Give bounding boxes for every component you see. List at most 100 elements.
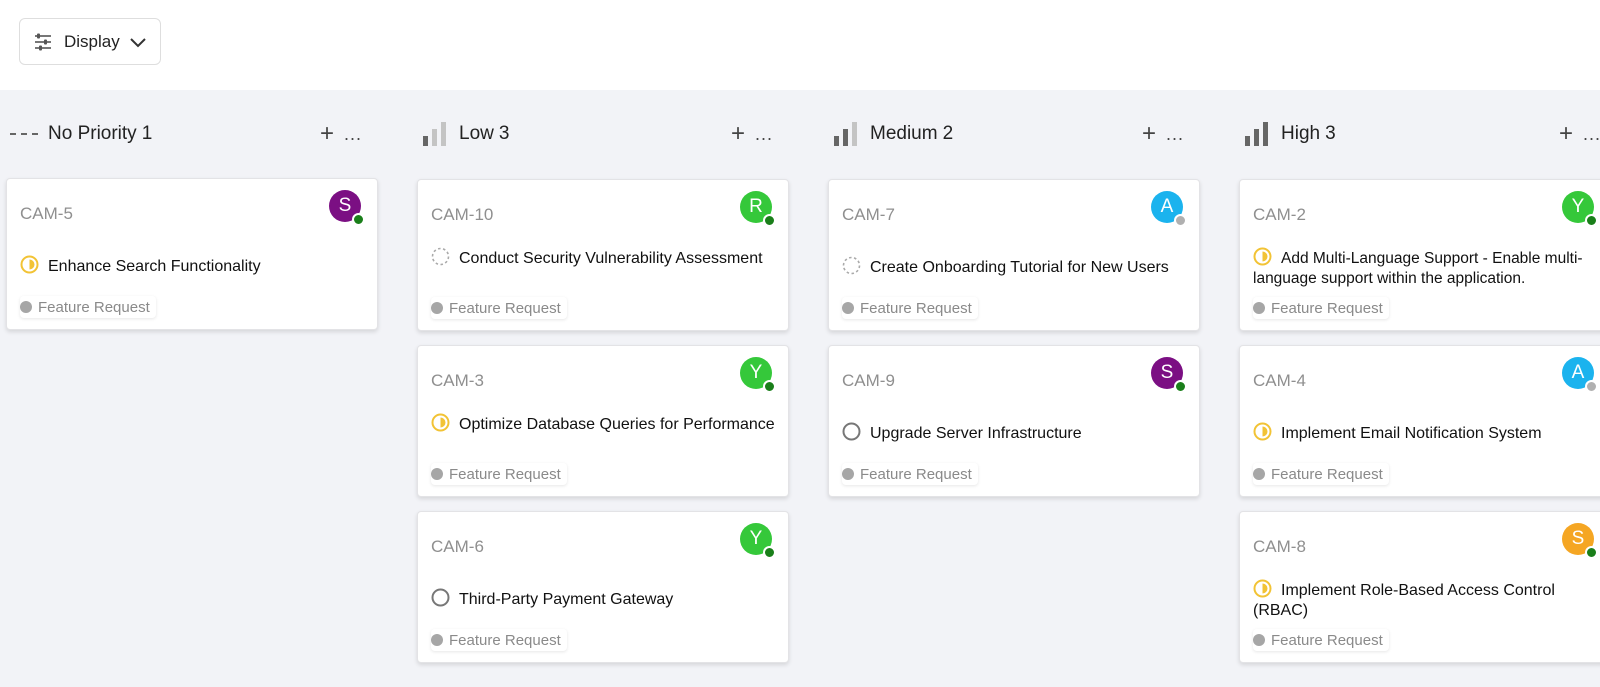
column-header: No Priority 1 + ... <box>0 118 372 150</box>
issue-title-row: Create Onboarding Tutorial for New Users <box>842 256 1187 278</box>
column-more-button[interactable]: ... <box>1583 124 1600 145</box>
in-progress-status-icon[interactable] <box>1253 247 1272 266</box>
avatar-initial: R <box>749 196 763 217</box>
issue-id: CAM-4 <box>1253 371 1306 390</box>
column-count: 3 <box>498 123 510 144</box>
presence-offline-indicator <box>1174 214 1187 227</box>
in-progress-status-icon[interactable] <box>1253 422 1272 441</box>
label-tag[interactable]: Feature Request <box>431 463 567 485</box>
avatar-initial: Y <box>1571 196 1585 217</box>
tag-label: Feature Request <box>449 631 561 649</box>
issue-title: Third-Party Payment Gateway <box>459 591 674 608</box>
low-priority-icon <box>421 120 453 148</box>
issue-card[interactable]: CAM-10 R Conduct Security Vulnerability … <box>417 179 789 331</box>
add-issue-button[interactable]: + <box>320 122 334 146</box>
issue-id: CAM-10 <box>431 205 494 224</box>
issue-card[interactable]: CAM-7 A Create Onboarding Tutorial for N… <box>828 179 1200 331</box>
avatar[interactable]: S <box>1151 357 1187 393</box>
issue-id: CAM-8 <box>1253 537 1306 556</box>
issue-title: Optimize Database Queries for Performanc… <box>459 416 775 433</box>
issue-card[interactable]: CAM-8 S Implement Role-Based Access Cont… <box>1239 511 1600 663</box>
label-tag[interactable]: Feature Request <box>20 296 156 318</box>
display-button-label: Display <box>64 31 120 51</box>
top-bar: Display <box>0 0 1600 90</box>
label-tag[interactable]: Feature Request <box>1253 463 1389 485</box>
tag-label: Feature Request <box>449 299 561 317</box>
tag-dot <box>842 468 854 480</box>
avatar-initial: A <box>1571 362 1585 383</box>
column-high: High 3 + ... CAM-2 Y Add Multi-Language … <box>1233 90 1600 687</box>
presence-online-indicator <box>1174 380 1187 393</box>
column-more-button[interactable]: ... <box>344 124 362 145</box>
issue-title-row: Upgrade Server Infrastructure <box>842 422 1187 444</box>
avatar[interactable]: R <box>740 191 776 227</box>
column-no-priority: No Priority 1 + ... CAM-5 S Enhance Sear… <box>0 90 378 687</box>
column-count: 3 <box>1325 123 1336 144</box>
in-progress-status-icon[interactable] <box>20 255 39 274</box>
presence-online-indicator <box>763 380 776 393</box>
presence-online-indicator <box>352 213 365 226</box>
column-count: 2 <box>942 123 954 144</box>
label-tag[interactable]: Feature Request <box>431 297 567 319</box>
kanban-board: No Priority 1 + ... CAM-5 S Enhance Sear… <box>0 90 1600 687</box>
tag-dot <box>842 302 854 314</box>
tag-label: Feature Request <box>860 299 972 317</box>
issue-title: Enhance Search Functionality <box>48 258 261 275</box>
add-issue-button[interactable]: + <box>731 122 745 146</box>
column-more-button[interactable]: ... <box>1166 124 1184 145</box>
avatar[interactable]: Y <box>740 357 776 393</box>
display-button[interactable]: Display <box>19 18 161 65</box>
column-title: No Priority <box>48 123 137 144</box>
tag-dot <box>1253 468 1265 480</box>
issue-title: Implement Email Notification System <box>1281 425 1542 442</box>
no-priority-icon <box>10 120 42 148</box>
issue-card[interactable]: CAM-9 S Upgrade Server Infrastructure Fe… <box>828 345 1200 497</box>
issue-card[interactable]: CAM-3 Y Optimize Database Queries for Pe… <box>417 345 789 497</box>
label-tag[interactable]: Feature Request <box>1253 629 1389 651</box>
issue-title: Conduct Security Vulnerability Assessmen… <box>459 250 763 267</box>
tag-dot <box>431 468 443 480</box>
column-medium: Medium 2 + ... CAM-7 A Create Onboarding… <box>822 90 1200 687</box>
issue-title: Upgrade Server Infrastructure <box>870 425 1082 442</box>
issue-card[interactable]: CAM-2 Y Add Multi-Language Support - Ena… <box>1239 179 1600 331</box>
backlog-status-icon[interactable] <box>431 247 450 266</box>
add-issue-button[interactable]: + <box>1559 122 1573 146</box>
medium-priority-icon <box>832 120 864 148</box>
avatar-initial: S <box>1160 362 1174 383</box>
backlog-status-icon[interactable] <box>842 256 861 275</box>
presence-online-indicator <box>1585 546 1598 559</box>
avatar[interactable]: S <box>329 190 365 226</box>
avatar[interactable]: Y <box>740 523 776 559</box>
tag-label: Feature Request <box>1271 299 1383 317</box>
label-tag[interactable]: Feature Request <box>842 463 978 485</box>
issue-card[interactable]: CAM-4 A Implement Email Notification Sys… <box>1239 345 1600 497</box>
todo-status-icon[interactable] <box>842 422 861 441</box>
column-title: High <box>1281 123 1321 144</box>
in-progress-status-icon[interactable] <box>1253 579 1272 598</box>
column-more-button[interactable]: ... <box>755 124 773 145</box>
issue-card[interactable]: CAM-6 Y Third-Party Payment Gateway Feat… <box>417 511 789 663</box>
chevron-down-icon <box>129 36 147 48</box>
label-tag[interactable]: Feature Request <box>1253 297 1389 319</box>
high-priority-icon <box>1243 120 1275 148</box>
avatar-initial: S <box>1571 528 1585 549</box>
todo-status-icon[interactable] <box>431 588 450 607</box>
avatar[interactable]: Y <box>1562 191 1598 227</box>
issue-title-row: Conduct Security Vulnerability Assessmen… <box>431 247 776 269</box>
issue-title-row: Third-Party Payment Gateway <box>431 588 776 610</box>
issue-id: CAM-7 <box>842 205 895 224</box>
in-progress-status-icon[interactable] <box>431 413 450 432</box>
issue-title-row: Add Multi-Language Support - Enable mult… <box>1253 247 1598 289</box>
presence-online-indicator <box>763 214 776 227</box>
add-issue-button[interactable]: + <box>1142 122 1156 146</box>
avatar-initial: Y <box>749 528 763 549</box>
avatar[interactable]: S <box>1562 523 1598 559</box>
issue-card[interactable]: CAM-5 S Enhance Search Functionality Fea… <box>6 178 378 330</box>
label-tag[interactable]: Feature Request <box>842 297 978 319</box>
avatar-initial: A <box>1160 196 1174 217</box>
avatar[interactable]: A <box>1151 191 1187 227</box>
presence-online-indicator <box>763 546 776 559</box>
avatar[interactable]: A <box>1562 357 1598 393</box>
sliders-icon <box>33 32 53 52</box>
label-tag[interactable]: Feature Request <box>431 629 567 651</box>
